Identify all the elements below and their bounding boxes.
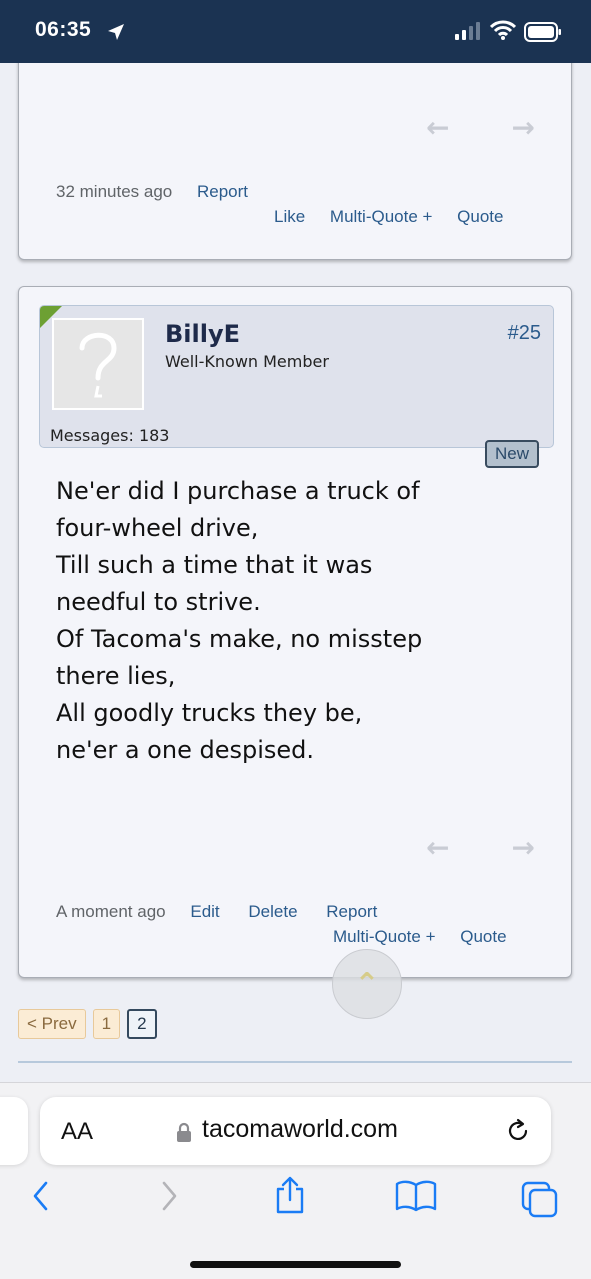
message-count: Messages: 183 xyxy=(50,426,170,445)
avatar[interactable] xyxy=(52,318,144,410)
post-timestamp: A moment ago xyxy=(56,902,166,921)
delete-link[interactable]: Delete xyxy=(248,902,297,921)
like-link[interactable]: Like xyxy=(274,207,305,226)
scroll-top-icon: ⌃ xyxy=(354,966,380,1002)
post-number[interactable]: #25 xyxy=(508,322,541,345)
previous-post: ← → 32 minutes ago Report Like Multi-Quo… xyxy=(18,63,572,260)
reload-icon[interactable] xyxy=(505,1118,531,1144)
tabs-icon[interactable] xyxy=(521,1181,559,1219)
address-bar[interactable]: AA tacomaworld.com xyxy=(40,1097,551,1165)
url-domain: tacomaworld.com xyxy=(202,1115,398,1143)
post-line: there lies, xyxy=(56,662,176,690)
back-icon[interactable] xyxy=(28,1179,54,1213)
multi-quote-link[interactable]: Multi-Quote + xyxy=(330,207,433,226)
home-indicator xyxy=(190,1261,401,1268)
bookmarks-icon[interactable] xyxy=(395,1179,437,1213)
wifi-icon xyxy=(490,20,516,40)
post-timestamp: 32 minutes ago xyxy=(56,182,173,201)
battery-icon xyxy=(524,22,561,42)
post-line: Of Tacoma's make, no misstep xyxy=(56,625,423,653)
user-title: Well-Known Member xyxy=(165,352,329,371)
avatar-placeholder-icon xyxy=(79,332,117,398)
multi-quote-link[interactable]: Multi-Quote + xyxy=(333,927,436,946)
prev-arrow-icon[interactable]: ← xyxy=(426,111,449,144)
post-line: All goodly trucks they be, xyxy=(56,699,363,727)
next-arrow-icon[interactable]: → xyxy=(511,831,534,864)
divider xyxy=(18,1061,572,1063)
next-arrow-icon[interactable]: → xyxy=(511,111,534,144)
reader-options-button[interactable]: AA xyxy=(61,1118,93,1146)
browser-toolbar: AA tacomaworld.com xyxy=(0,1082,591,1279)
edit-link[interactable]: Edit xyxy=(190,902,219,921)
page-1-button[interactable]: 1 xyxy=(92,1009,121,1039)
lock-icon xyxy=(177,1122,191,1142)
new-badge: New xyxy=(485,440,540,468)
report-link[interactable]: Report xyxy=(326,902,377,921)
post-line: needful to strive. xyxy=(56,588,261,616)
previous-tab-pill[interactable] xyxy=(0,1097,28,1165)
quote-link[interactable]: Quote xyxy=(460,927,506,946)
post-line: Till such a time that it was xyxy=(56,551,373,579)
quote-link[interactable]: Quote xyxy=(457,207,503,226)
report-link[interactable]: Report xyxy=(197,182,248,201)
aa-label: AA xyxy=(61,1118,94,1145)
status-time: 06:35 xyxy=(35,18,92,41)
post-line: Ne'er did I purchase a truck of xyxy=(56,477,420,505)
forum-page: ← → 32 minutes ago Report Like Multi-Quo… xyxy=(0,63,591,1093)
forward-icon[interactable] xyxy=(156,1179,182,1213)
signal-icon xyxy=(455,22,480,40)
pagination: < Prev 1 2 xyxy=(18,1009,157,1039)
user-info-box: BillyE Well-Known Member #25 Messages: 1… xyxy=(39,305,554,448)
page-2-button[interactable]: 2 xyxy=(127,1009,157,1039)
post-line: ne'er a one despised. xyxy=(56,736,314,764)
post-25: BillyE Well-Known Member #25 Messages: 1… xyxy=(18,286,572,978)
status-bar: 06:35 xyxy=(0,0,591,63)
share-icon[interactable] xyxy=(274,1175,306,1215)
prev-arrow-icon[interactable]: ← xyxy=(426,831,449,864)
post-line: four-wheel drive, xyxy=(56,514,259,542)
username[interactable]: BillyE xyxy=(165,320,240,348)
post-body: Ne'er did I purchase a truck of four-whe… xyxy=(56,473,526,769)
scroll-top-button[interactable]: ⌃ xyxy=(332,949,402,1019)
location-arrow-icon xyxy=(108,24,124,40)
prev-page-button[interactable]: < Prev xyxy=(18,1009,86,1039)
